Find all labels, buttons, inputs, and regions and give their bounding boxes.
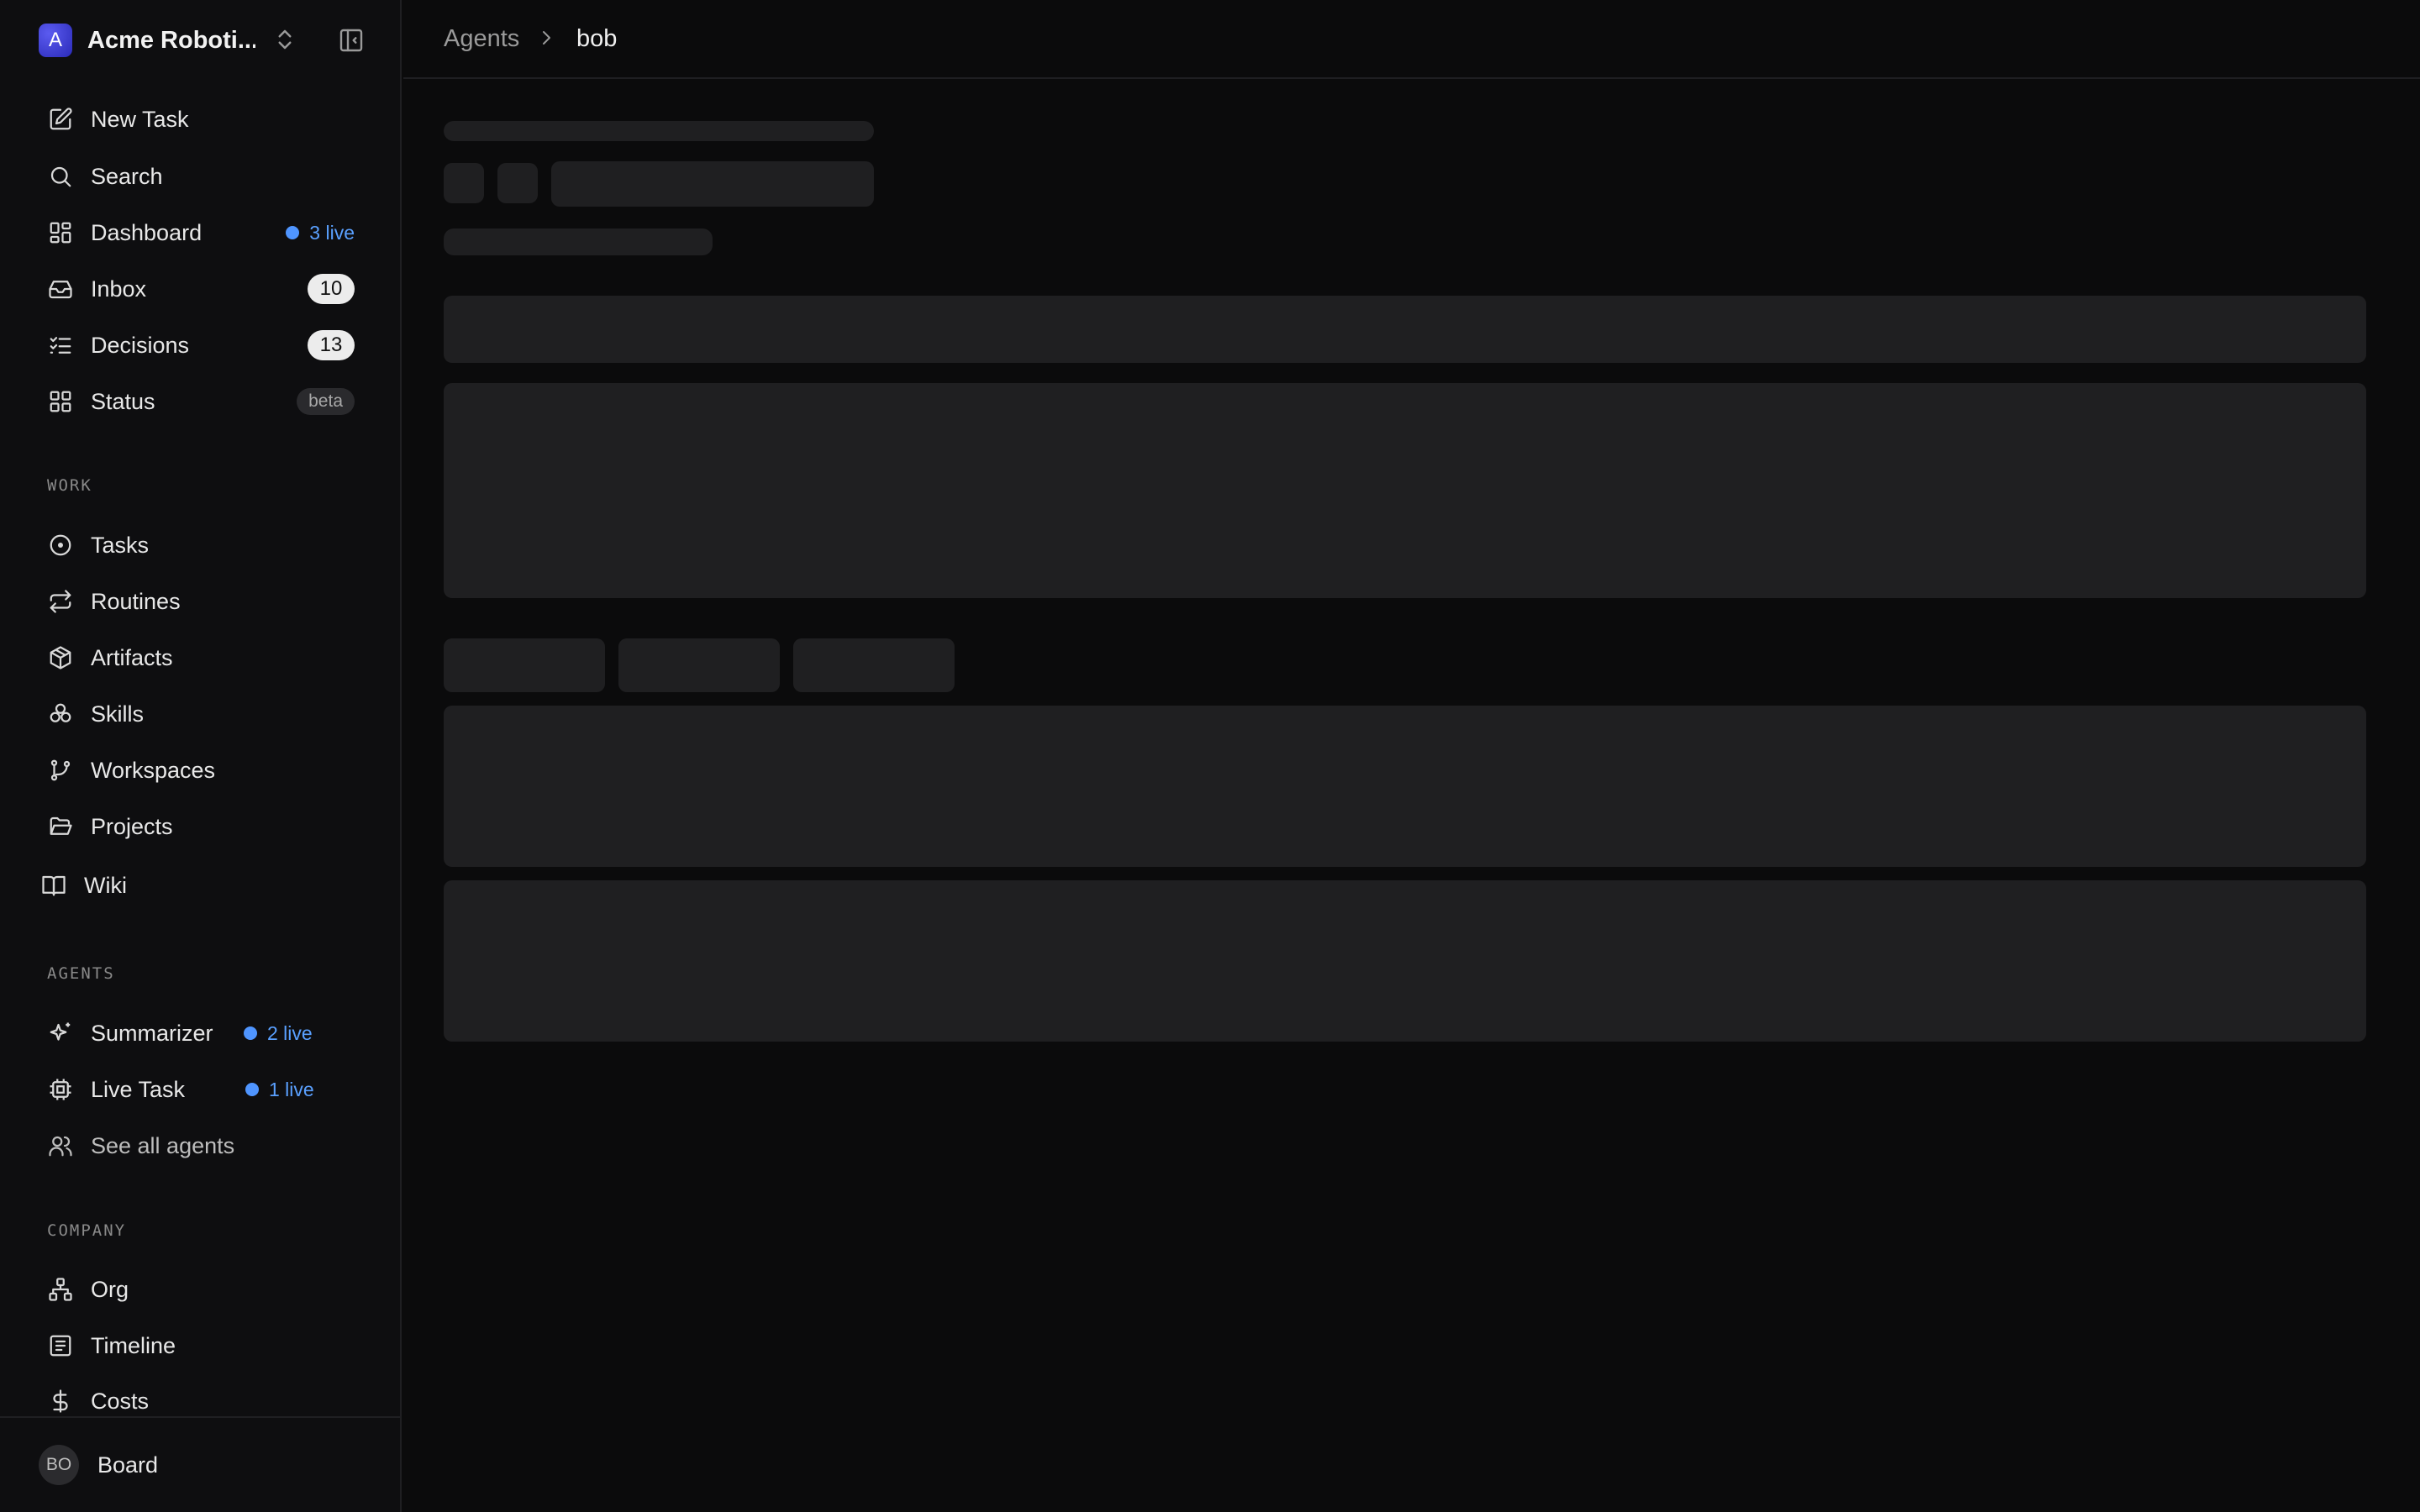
new-task-label: New Task [91, 106, 189, 132]
artifacts-label: Artifacts [91, 644, 173, 670]
skills-icon [45, 699, 76, 729]
costs-label: Costs [91, 1388, 150, 1414]
sidebar-footer[interactable]: BO Board [0, 1416, 402, 1512]
skeleton-subtitle [444, 228, 713, 255]
live-dot [286, 226, 300, 239]
skills-label: Skills [91, 701, 145, 727]
summarizer-live-indicator: 2 live [244, 1022, 313, 1045]
skeleton-card-1 [444, 706, 2366, 867]
skeleton-title [444, 121, 874, 141]
sidebar-item-wiki[interactable]: Wiki [27, 862, 363, 909]
summarizer-label: Summarizer [91, 1020, 213, 1046]
cpu-icon [45, 1074, 76, 1105]
sidebar-item-org[interactable]: Org [34, 1266, 370, 1313]
workspaces-label: Workspaces [91, 757, 216, 783]
topbar: Agents bob [403, 0, 2420, 79]
dashboard-icon [45, 218, 76, 248]
skeleton-icon-2 [497, 163, 538, 203]
list-check-icon [45, 330, 76, 360]
sidebar-item-timeline[interactable]: Timeline [34, 1322, 370, 1369]
board-label: Board [97, 1452, 159, 1478]
users-icon [45, 1131, 76, 1161]
company-section-header: COMPANY [47, 1221, 127, 1240]
folder-icon [45, 811, 76, 842]
live-dot [244, 1026, 257, 1040]
dashboard-live-indicator: 3 live [286, 222, 355, 244]
circle-dot-icon [45, 530, 76, 560]
skeleton-icon-1 [444, 163, 484, 203]
work-section-header: WORK [47, 476, 92, 495]
decisions-count-badge: 13 [308, 330, 355, 360]
decisions-label: Decisions [91, 332, 190, 358]
book-icon [39, 870, 69, 900]
sidebar-item-artifacts[interactable]: Artifacts [34, 634, 370, 681]
sidebar: A Acme Roboti... New Task Search Dashboa… [0, 0, 402, 1512]
skeleton-card-2 [444, 880, 2366, 1042]
timeline-icon [45, 1331, 76, 1361]
timeline-label: Timeline [91, 1332, 176, 1358]
skeleton-panel [444, 383, 2366, 598]
skeleton-heading [551, 161, 874, 207]
skeleton-tab-3 [793, 638, 955, 692]
sidebar-item-skills[interactable]: Skills [34, 690, 370, 738]
sidebar-item-inbox[interactable]: Inbox 10 [34, 265, 370, 312]
search-icon [45, 161, 76, 192]
inbox-icon [45, 274, 76, 304]
company-name: Acme Roboti... [87, 26, 255, 54]
live-task-label: Live Task [91, 1076, 186, 1102]
chevron-right-icon [536, 28, 556, 52]
inbox-count-badge: 10 [308, 274, 355, 304]
skeleton-tab-2 [618, 638, 780, 692]
search-button[interactable]: Search [34, 153, 370, 200]
sparkle-icon [45, 1018, 76, 1048]
dollar-icon [45, 1386, 76, 1416]
company-switcher[interactable]: A Acme Roboti... [39, 24, 292, 57]
live-task-live-text: 1 live [269, 1078, 314, 1100]
sidebar-item-summarizer[interactable]: Summarizer 2 live [34, 1010, 370, 1057]
sidebar-item-tasks[interactable]: Tasks [34, 522, 370, 569]
see-all-agents-label: See all agents [91, 1132, 235, 1158]
main-content: Agents bob [403, 0, 2420, 1512]
edit-icon [45, 104, 76, 134]
summarizer-live-text: 2 live [267, 1021, 313, 1044]
org-label: Org [91, 1276, 129, 1302]
sidebar-item-dashboard[interactable]: Dashboard 3 live [34, 209, 370, 256]
dashboard-live-text: 3 live [309, 221, 355, 244]
grid-icon [45, 386, 76, 417]
sidebar-item-live-task[interactable]: Live Task 1 live [34, 1066, 370, 1113]
skeleton-tab-1 [444, 638, 605, 692]
dashboard-label: Dashboard [91, 219, 203, 245]
sidebar-collapse-icon[interactable] [338, 27, 365, 54]
sidebar-item-projects[interactable]: Projects [34, 803, 370, 850]
sidebar-item-status[interactable]: Status beta [34, 378, 370, 425]
repeat-icon [45, 586, 76, 617]
breadcrumb-current: bob [576, 25, 618, 52]
skeleton-bar [444, 296, 2366, 363]
sidebar-item-routines[interactable]: Routines [34, 578, 370, 625]
routines-label: Routines [91, 588, 181, 614]
avatar: BO [39, 1445, 79, 1485]
live-dot [245, 1083, 259, 1096]
company-logo: A [39, 24, 72, 57]
breadcrumb-agents[interactable]: Agents [444, 25, 519, 53]
sidebar-item-decisions[interactable]: Decisions 13 [34, 322, 370, 369]
projects-label: Projects [91, 813, 173, 839]
org-icon [45, 1274, 76, 1305]
new-task-button[interactable]: New Task [34, 96, 370, 143]
git-branch-icon [45, 755, 76, 785]
live-task-live-indicator: 1 live [245, 1079, 314, 1101]
search-label: Search [91, 163, 163, 189]
tasks-label: Tasks [91, 532, 150, 558]
wiki-label: Wiki [84, 872, 127, 898]
see-all-agents-link[interactable]: See all agents [34, 1122, 370, 1169]
sidebar-item-workspaces[interactable]: Workspaces [34, 747, 370, 794]
box-icon [45, 643, 76, 673]
agents-section-header: AGENTS [47, 964, 115, 983]
chevron-up-down-icon[interactable] [272, 27, 297, 56]
inbox-label: Inbox [91, 276, 147, 302]
status-label: Status [91, 388, 155, 414]
beta-badge: beta [297, 388, 355, 415]
